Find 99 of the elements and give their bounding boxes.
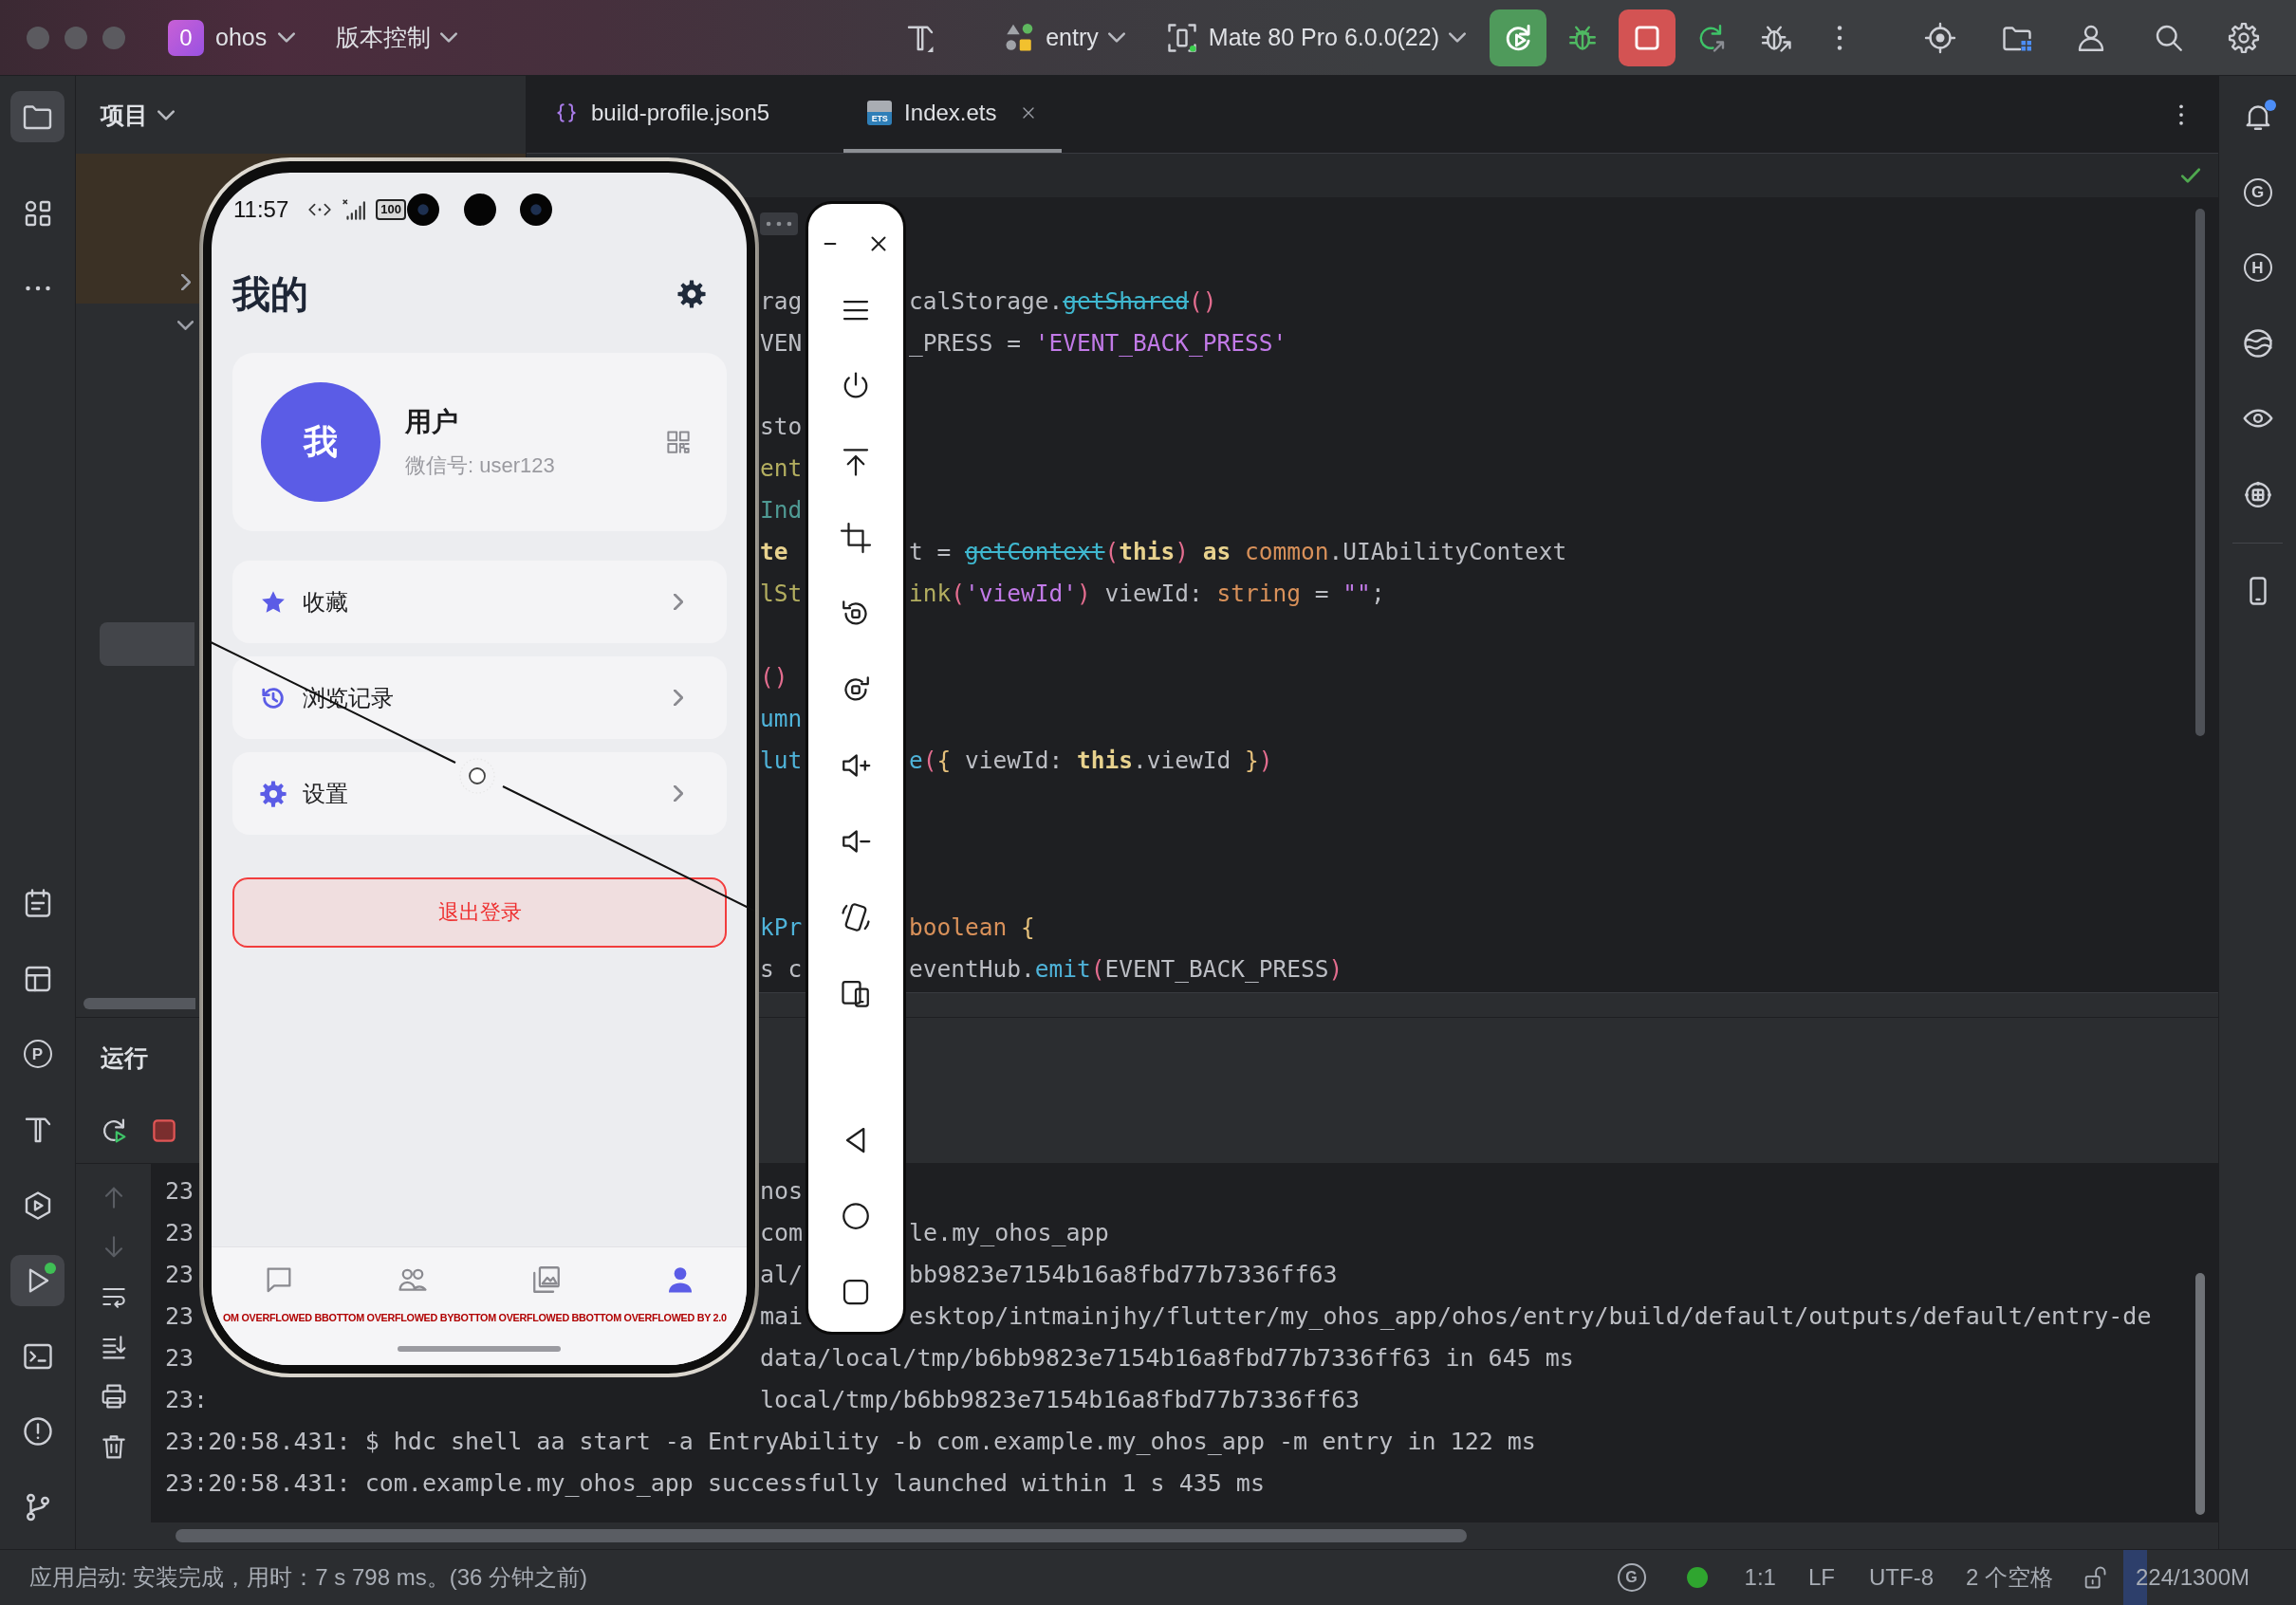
menu-item[interactable]: 收藏 [232,561,727,643]
chevron-right-icon [674,594,683,610]
battery-indicator: 100 [376,199,406,220]
vertical-scrollbar[interactable] [2195,209,2205,736]
signal-icon [342,197,367,222]
code-text: te [760,538,788,566]
user-name: 用户 [405,406,459,438]
folder-icon[interactable] [10,91,65,142]
panel-title: 运行 [101,1042,148,1073]
project-avatar: 0 [168,19,204,56]
console-text: al/ [760,1261,804,1289]
code-text: eventHub.emit(EVENT_BACK_PRESS) [909,955,1343,984]
code-text: kPr [760,913,803,942]
rerun-button[interactable] [1490,9,1546,66]
profile-card[interactable]: 我 用户 微信号: user123 [232,353,727,531]
caret-icon [440,32,458,43]
console-text: com [760,1219,804,1247]
plugin-status-button[interactable]: G [1617,1563,1646,1592]
code-text: lut [760,747,803,775]
chevron-down-icon[interactable] [177,321,194,330]
editor-tab[interactable]: build-profile.json5 [530,76,844,153]
code-text: ink('viewId') viewId: string = ""; [909,580,1385,608]
overflow-warning: BOTTOM OVERFLOWED BY [322,1311,454,1325]
settings-icon[interactable] [2227,20,2261,55]
project-selector[interactable]: 0 ohos [168,19,296,56]
cursor-position[interactable]: 1:1 [1744,1564,1776,1591]
camera-hole-icon [407,194,439,226]
crop-icon[interactable] [839,521,873,555]
horizontal-scrollbar[interactable] [83,998,195,1009]
code-text: umn [760,705,803,733]
caret-icon [278,32,296,43]
console-text: 23 [165,1344,194,1373]
caret-icon [1107,32,1125,43]
menu-item[interactable]: 设置 [232,752,727,835]
horizontal-scrollbar[interactable] [176,1529,1467,1542]
tool-window-button[interactable]: G [2243,177,2272,207]
caret-icon [1449,32,1466,43]
console-text: 23 [165,1219,194,1247]
status-dot-icon [1686,1567,1708,1588]
code-text: Ind [760,496,803,525]
page-title: 我的 [232,271,308,317]
code-text: t = getContext(this) as common.UIAbilityContext [909,538,1567,566]
code-text: rag [760,287,803,316]
console-text: local/tmp/b6bb9823e7154b16a8fbd77b7336ff63 [760,1386,1361,1413]
camera-hole-icon [520,194,552,226]
chevron-right-icon [674,785,683,802]
console-text: nos [760,1177,804,1205]
line-ending[interactable]: LF [1807,1564,1835,1591]
console-text: data/local/tmp/b6bb9823e7154b16a8fbd77b7336ff63 in 645 ms [760,1344,1574,1372]
play-icon[interactable] [10,1255,65,1307]
gear-icon [259,779,287,808]
settings-icon[interactable] [676,279,707,309]
file-encoding[interactable]: UTF-8 [1869,1564,1934,1591]
console-text: mai [760,1302,804,1331]
code-text: s c [760,955,803,984]
status-time: 11:57 [233,196,289,223]
console-text: 23:20:58.431: $ hdc shell aa start -a EntryAbility -b com.example.my_ohos_app -m entry in 122 ms [165,1428,1536,1455]
chevron-right-icon[interactable] [181,274,191,290]
code-text: boolean { [909,913,1035,942]
chevron-right-icon [674,690,683,706]
camera-hole-icon [464,194,496,226]
console-text: 23:20:58.431: com.example.my_ohos_app successfully launched within 1 s 435 ms [165,1469,1265,1497]
run-config-selector[interactable]: entry [1002,20,1125,55]
code-text: () [760,663,788,692]
account-id: 微信号: user123 [405,452,555,479]
stop-button[interactable] [1619,9,1676,66]
avatar: 我 [261,382,380,502]
project-view-selector[interactable]: 项目 [101,99,175,131]
code-text: e({ viewId: this.viewId }) [909,747,1273,775]
overflow-warning: OM OVERFLOWED B [223,1311,323,1325]
console-text: bb9823e7154b16a8fbd77b7336ff63 [909,1261,1338,1288]
tool-window-button[interactable]: P [23,1040,52,1069]
file-type-icon: ETS [867,100,893,125]
folded-code-icon[interactable] [760,212,798,235]
qr-code-icon[interactable] [664,428,693,456]
rotate-device-icon[interactable] [839,900,873,934]
touch-pointer-icon [459,758,495,794]
status-message: 应用启动: 安装完成，用时：7 s 798 ms。(36 分钟之前) [29,1563,588,1592]
console-text: le.my_ohos_app [909,1219,1109,1246]
version-control-menu[interactable]: 版本控制 [336,22,458,53]
console-text: 23 [165,1302,194,1331]
code-text: lSt [760,580,803,608]
code-text: calStorage.getShared() [909,287,1217,316]
code-text: sto [760,413,803,441]
code-text: ent [760,454,803,483]
vertical-scrollbar[interactable] [2195,1273,2205,1515]
device-selector[interactable]: Mate 80 Pro 6.0.0(22) [1164,20,1466,55]
code-text: _PRESS = 'EVENT_BACK_PRESS' [909,329,1287,358]
console-text: esktop/intmainjhy/flutter/my_ohos_app/ohos/entry/build/default/outputs/default/entry-de [909,1302,2152,1330]
target-icon[interactable] [1923,20,1957,55]
overflow-warning: BOTTOM OVERFLOWED BY 2.0 [579,1311,727,1325]
indent-setting[interactable]: 2 个空格 [1966,1562,2053,1593]
tool-window-button[interactable]: H [2243,253,2272,283]
console-text: 23: [165,1386,209,1414]
caret-icon [157,109,175,120]
code-text: VEN [760,329,803,358]
overflow-warning: BOTTOM OVERFLOWED B [454,1311,580,1325]
console-text: 23 [165,1177,194,1206]
console-text: 23 [165,1261,194,1289]
